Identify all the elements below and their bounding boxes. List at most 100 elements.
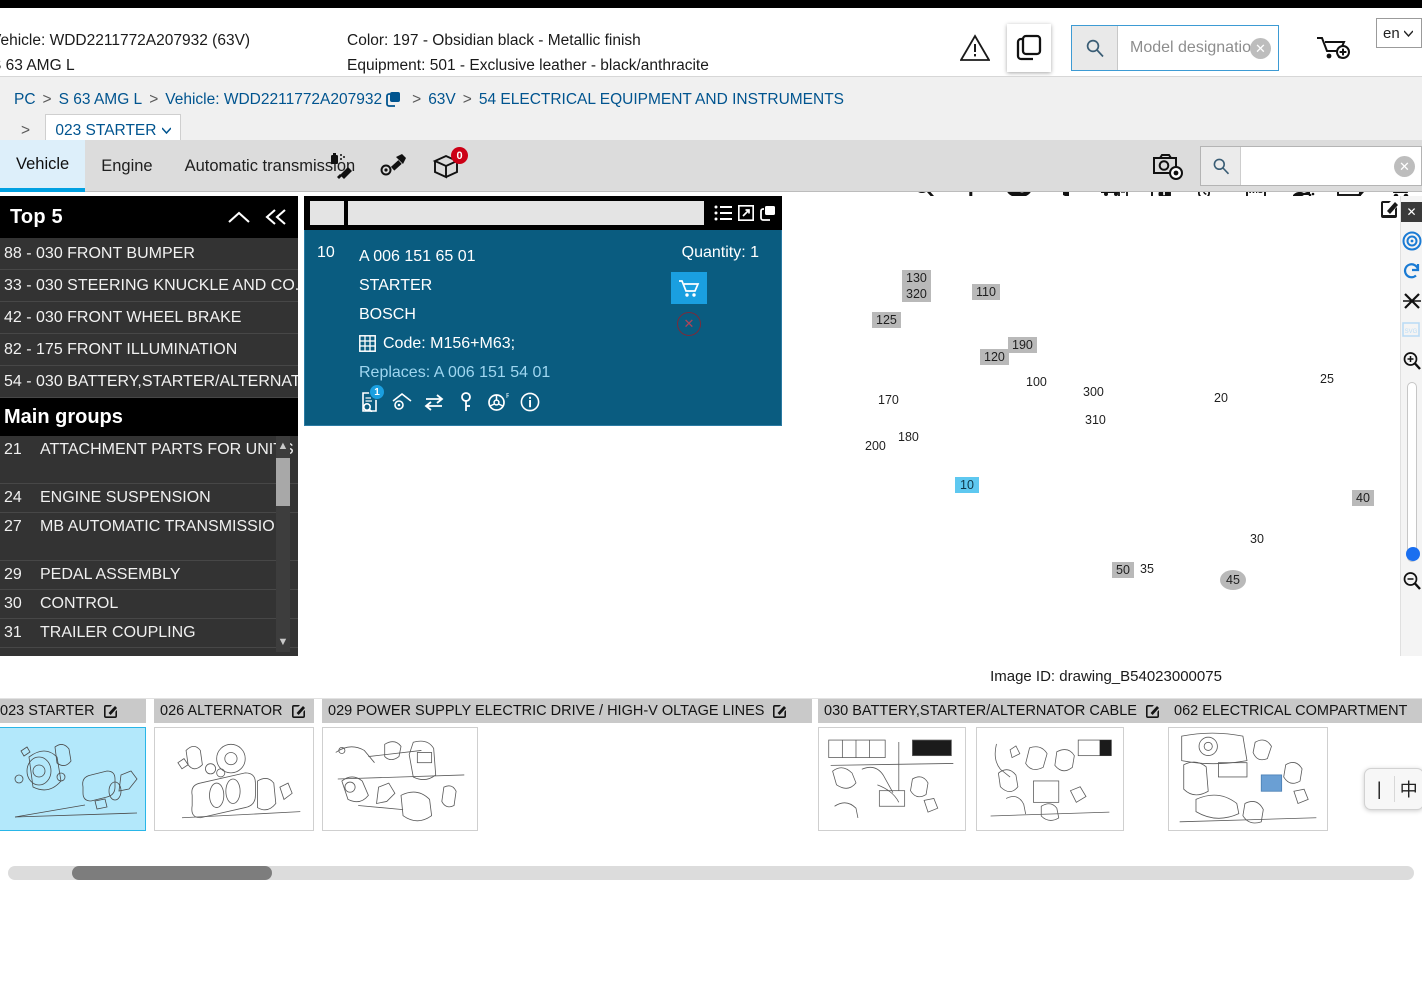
svg-export-icon[interactable]: SVG (1401, 320, 1422, 342)
callout-20[interactable]: 20 (1214, 391, 1228, 405)
callout-45[interactable]: 45 (1220, 570, 1246, 590)
house-gear-icon[interactable] (391, 391, 413, 413)
callout-130[interactable]: 130 (902, 270, 931, 286)
tab-vehicle[interactable]: Vehicle (0, 140, 86, 192)
hide-crosshair-icon[interactable] (1401, 290, 1422, 312)
callout-10[interactable]: 10 (955, 477, 979, 493)
sidebar-item-top5-3[interactable]: 82 - 175 FRONT ILLUMINATION (0, 334, 298, 366)
callout-100[interactable]: 100 (1026, 375, 1047, 389)
zoom-slider-handle[interactable] (1405, 547, 1420, 561)
package-box-icon[interactable]: 0 (426, 144, 468, 188)
copy-icon[interactable] (386, 91, 401, 107)
warning-triangle-icon[interactable] (955, 28, 995, 68)
callout-50[interactable]: 50 (1112, 562, 1134, 578)
info-circle-icon[interactable] (519, 391, 541, 413)
paint-spray-icon[interactable] (322, 144, 364, 188)
part-detail-body[interactable]: 10 A 006 151 65 01 STARTER BOSCH Code: M… (304, 230, 782, 426)
key-icon[interactable] (455, 391, 477, 413)
callout-120[interactable]: 120 (980, 349, 1009, 365)
thumbnail-026-alternator[interactable]: 026 ALTERNATOR (154, 699, 314, 839)
sidebar-item-top5-2[interactable]: 42 - 030 FRONT WHEEL BRAKE (0, 302, 298, 334)
language-selector[interactable]: en (1376, 18, 1422, 48)
double-chevron-left-icon[interactable] (264, 209, 288, 225)
clear-circle-icon[interactable]: ✕ (1394, 156, 1415, 177)
breadcrumb-item-model[interactable]: S 63 AMG L (59, 91, 143, 108)
ime-indicator[interactable]: | 中 (1364, 768, 1422, 810)
sidebar-item-group-21[interactable]: 21 ATTACHMENT PARTS FOR UNITS (0, 436, 298, 484)
fasteners-icon[interactable] (374, 144, 416, 188)
callout-300[interactable]: 300 (1083, 385, 1104, 399)
document-search-icon[interactable]: 1 (359, 384, 385, 413)
zoom-out-icon[interactable] (1401, 570, 1422, 592)
edit-pencil-icon[interactable] (1376, 196, 1402, 222)
thumbnail-030-battery-cable-alt[interactable] (976, 699, 1126, 839)
clear-circle-icon[interactable]: ✕ (1250, 38, 1271, 59)
callout-40[interactable]: 40 (1352, 490, 1374, 506)
sidebar-item-top5-0[interactable]: 88 - 030 FRONT BUMPER (0, 238, 298, 270)
close-icon[interactable]: ✕ (1400, 202, 1422, 222)
scroll-up-arrow-icon[interactable]: ▲ (276, 436, 290, 456)
breadcrumb-item-vehicle[interactable]: Vehicle: WDD2211772A207932 (165, 91, 382, 108)
thumbnail-023-starter[interactable]: 023 STARTER (0, 699, 146, 839)
sidebar-item-group-29[interactable]: 29 PEDAL ASSEMBLY (0, 561, 298, 590)
edit-pencil-icon[interactable] (103, 704, 118, 719)
expand-icon[interactable] (738, 205, 754, 221)
sidebar-item-top5-1[interactable]: 33 - 030 STEERING KNUCKLE AND CO... (0, 270, 298, 302)
model-designation-search[interactable]: Model designation ✕ (1071, 25, 1279, 71)
camera-target-icon[interactable] (1148, 146, 1192, 188)
thumbnail-029-power-supply[interactable]: 029 POWER SUPPLY ELECTRIC DRIVE / HIGH-V… (322, 699, 812, 839)
exchange-arrows-icon[interactable] (423, 391, 445, 413)
main-groups-scroll-thumb[interactable] (276, 458, 290, 506)
thumbnail-image[interactable] (818, 727, 966, 831)
target-focus-icon[interactable] (1401, 230, 1422, 252)
edit-pencil-icon[interactable] (291, 704, 306, 719)
callout-25[interactable]: 25 (1320, 372, 1334, 386)
zoom-in-icon[interactable] (1401, 350, 1422, 372)
tab-engine[interactable]: Engine (85, 140, 168, 192)
sidebar-item-group-30[interactable]: 30 CONTROL (0, 590, 298, 619)
callout-320[interactable]: 320 (902, 286, 931, 302)
part-panel-field-wide[interactable] (348, 201, 704, 225)
breadcrumb-item-code[interactable]: 63V (428, 91, 456, 108)
part-remove-icon[interactable]: ✕ (677, 312, 701, 336)
steering-wheel-icon[interactable]: R (487, 391, 509, 413)
ime-mode-latin[interactable]: | (1365, 779, 1394, 800)
sidebar-item-group-24[interactable]: 24 ENGINE SUSPENSION (0, 484, 298, 513)
thumbnail-image[interactable] (0, 727, 146, 831)
sidebar-item-group-31[interactable]: 31 TRAILER COUPLING (0, 619, 298, 648)
part-panel-field-small[interactable] (310, 201, 344, 225)
thumbnail-image[interactable] (154, 727, 314, 831)
callout-170[interactable]: 170 (878, 393, 899, 407)
copy-documents-icon[interactable] (1007, 24, 1051, 72)
callout-110[interactable]: 110 (972, 284, 1000, 300)
add-to-cart-icon[interactable] (1309, 26, 1357, 70)
drawing-search[interactable]: ✕ (1200, 146, 1422, 186)
edit-pencil-icon[interactable] (1145, 704, 1160, 719)
sidebar-item-group-27[interactable]: 27 MB AUTOMATIC TRANSMISSION (0, 513, 298, 561)
part-replaces[interactable]: Replaces: A 006 151 54 01 (359, 358, 771, 387)
thumbnail-image[interactable] (976, 727, 1124, 831)
callout-30[interactable]: 30 (1250, 532, 1264, 546)
thumbnail-image[interactable] (322, 727, 478, 831)
breadcrumb-item-pc[interactable]: PC (14, 91, 36, 108)
new-window-icon[interactable] (760, 205, 776, 221)
search-field-wrapper[interactable]: Model designation ✕ (1118, 26, 1278, 70)
scroll-down-arrow-icon[interactable]: ▼ (276, 632, 290, 652)
breadcrumb-item-group[interactable]: 54 ELECTRICAL EQUIPMENT AND INSTRUMENTS (479, 91, 844, 108)
horizontal-scrollbar-thumb[interactable] (72, 866, 272, 880)
callout-125[interactable]: 125 (872, 312, 901, 328)
callout-200[interactable]: 200 (865, 439, 886, 453)
callout-310[interactable]: 310 (1085, 413, 1106, 427)
ime-mode-chinese[interactable]: 中 (1395, 776, 1422, 802)
rotate-reset-icon[interactable] (1401, 260, 1422, 282)
edit-pencil-icon[interactable] (772, 704, 787, 719)
chevron-up-icon[interactable] (228, 210, 250, 224)
callout-35[interactable]: 35 (1140, 562, 1154, 576)
drawing-search-input[interactable]: ✕ (1241, 147, 1421, 185)
sidebar-item-top5-4[interactable]: 54 - 030 BATTERY,STARTER/ALTERNAT... (0, 366, 298, 398)
part-add-to-cart-button[interactable] (671, 272, 707, 304)
zoom-slider[interactable] (1405, 382, 1420, 562)
callout-180[interactable]: 180 (898, 430, 919, 444)
callout-190[interactable]: 190 (1008, 337, 1037, 353)
drawing-viewer[interactable]: 130 320 110 125 190 120 100 300 170 310 … (790, 196, 1422, 656)
